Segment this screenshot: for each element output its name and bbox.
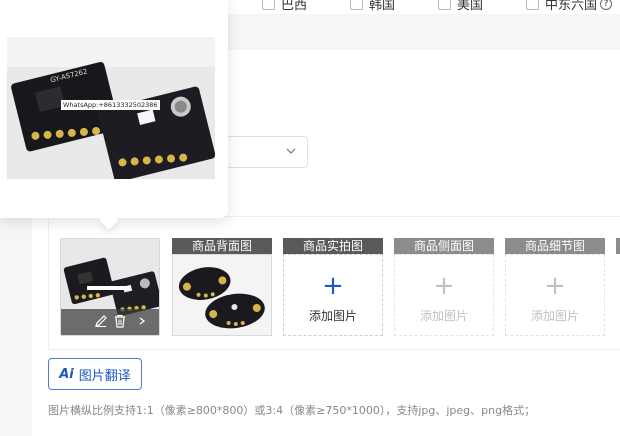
checkbox-box[interactable] (526, 0, 539, 10)
product-back-photo (173, 255, 271, 335)
checkbox-label: 美国 (457, 0, 484, 13)
plus-icon: + (433, 271, 455, 301)
image-slot-label: 商品实拍图 (283, 238, 383, 254)
checkbox-box[interactable] (262, 0, 275, 10)
main-image-thumbnail[interactable] (60, 238, 160, 336)
image-preview-popover: GY-AS7262 WhatsApp:+8613332502386 (0, 0, 228, 218)
image-slot-label: 商品细节图 (505, 238, 605, 254)
add-image-text: 添加图片 (530, 309, 579, 323)
image-requirements-hint: 图片横纵比例支持1:1（像素≥800*800）或3:4（像素≥750*1000）… (48, 404, 536, 417)
ai-icon: Ai (59, 366, 74, 382)
checkbox-label: 韩国 (369, 0, 396, 13)
region-checkbox-strip: 巴西 韩国 美国 中东六国 ? (228, 0, 620, 14)
image-slot-detail[interactable]: 商品细节图 + 添加图片 (505, 238, 605, 336)
add-image-text: 添加图片 (308, 309, 357, 323)
preview-image: GY-AS7262 WhatsApp:+8613332502386 (7, 37, 215, 179)
image-slot-label: 商品背面图 (172, 238, 272, 254)
checkbox-middle-east[interactable]: 中东六国 ? (526, 0, 613, 13)
watermark-text: WhatsApp:+8613332502386 (61, 100, 160, 110)
help-icon[interactable]: ? (600, 0, 613, 10)
plus-icon: + (322, 271, 344, 301)
image-slot-back[interactable]: 商品背面图 (172, 238, 272, 336)
checkbox-korea[interactable]: 韩国 (350, 0, 395, 13)
image-slot-label: 商品侧面图 (394, 238, 494, 254)
chevron-right-icon[interactable] (137, 314, 147, 328)
plus-icon: + (544, 271, 566, 301)
checkbox-usa[interactable]: 美国 (438, 0, 483, 13)
image-slot-dropzone[interactable]: + 添加图片 (394, 254, 494, 336)
checkbox-box[interactable] (438, 0, 451, 10)
translate-button-label: 图片翻译 (78, 368, 131, 384)
image-slot-dropzone[interactable]: + 添加图片 (505, 254, 605, 336)
image-slot-real-shot[interactable]: 商品实拍图 + 添加图片 (283, 238, 383, 336)
image-slot-dropzone[interactable]: + 添加图片 (283, 254, 383, 336)
checkbox-box[interactable] (350, 0, 363, 10)
image-slot-preview[interactable] (172, 254, 272, 336)
checkbox-brazil[interactable]: 巴西 (262, 0, 307, 13)
thumbnail-action-bar (61, 309, 159, 335)
add-image-text: 添加图片 (419, 309, 468, 323)
image-slot-side[interactable]: 商品侧面图 + 添加图片 (394, 238, 494, 336)
chevron-down-icon (286, 148, 296, 154)
trash-icon[interactable] (113, 314, 127, 328)
checkbox-label: 巴西 (281, 0, 308, 13)
image-translate-button[interactable]: Ai 图片翻译 (48, 358, 142, 390)
image-slot-next-partial (616, 238, 620, 254)
edit-icon[interactable] (94, 314, 108, 328)
checkbox-label: 中东六国 (545, 0, 598, 13)
